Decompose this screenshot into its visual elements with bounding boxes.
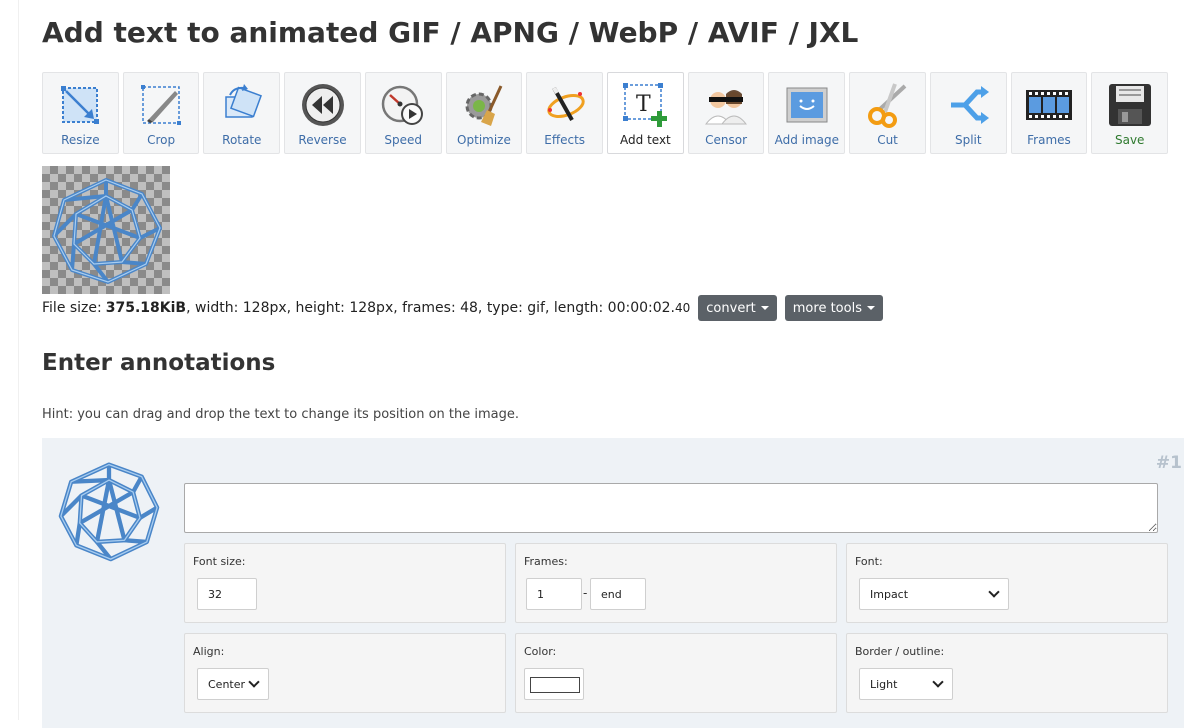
tool-reverse[interactable]: Reverse: [284, 72, 361, 154]
reverse-icon: [298, 80, 348, 130]
file-size-value: 375.18KiB: [105, 300, 187, 316]
add-text-icon: T: [620, 80, 670, 130]
chevron-down-icon: [988, 586, 1000, 598]
tool-add-image[interactable]: Add image: [768, 72, 846, 154]
color-swatch: [530, 677, 580, 693]
font-group: Font: Impact: [846, 543, 1168, 623]
border-group: Border / outline: Light: [846, 633, 1168, 713]
tool-label: Rotate: [222, 133, 262, 147]
file-size-label: File size:: [42, 300, 102, 316]
polyhedron-image: [52, 178, 162, 284]
more-tools-dropdown-button[interactable]: more tools: [784, 295, 883, 321]
caret-down-icon: [866, 306, 875, 310]
annotation-thumbnail: [54, 456, 164, 566]
chevron-down-icon: [932, 676, 944, 688]
align-select-value: Center: [208, 677, 246, 691]
tool-label: Optimize: [457, 133, 511, 147]
tool-resize[interactable]: Resize: [42, 72, 119, 154]
frames-label: Frames:: [524, 555, 568, 568]
chevron-down-icon: [248, 676, 260, 688]
cut-icon: [863, 80, 913, 130]
tool-label: Speed: [384, 133, 423, 147]
color-group: Color:: [515, 633, 837, 713]
save-icon: [1105, 80, 1155, 130]
tool-label: Save: [1114, 133, 1145, 147]
font-select-value: Impact: [870, 587, 909, 601]
align-group: Align: Center: [184, 633, 506, 713]
frames-separator: -: [583, 586, 588, 600]
tool-label: Effects: [544, 133, 586, 147]
tool-crop[interactable]: Crop: [122, 72, 200, 154]
frames-icon: [1024, 80, 1074, 130]
file-details: , width: 128px, height: 128px, frames: 4…: [186, 300, 675, 316]
tool-cut[interactable]: Cut: [849, 72, 926, 154]
page-container: Add text to animated GIF / APNG / WebP /…: [18, 0, 1184, 728]
effects-icon: [540, 80, 590, 130]
page-title: Add text to animated GIF / APNG / WebP /…: [42, 16, 859, 49]
tool-effects[interactable]: Effects: [526, 72, 604, 154]
resize-icon: [55, 80, 105, 130]
annotation-text-input[interactable]: [184, 483, 1158, 533]
add-image-icon: [782, 80, 832, 130]
tool-label: Split: [954, 133, 982, 147]
font-size-label: Font size:: [193, 555, 246, 568]
censor-icon: [701, 80, 751, 130]
tool-rotate[interactable]: Rotate: [203, 72, 281, 154]
font-label: Font:: [855, 555, 883, 568]
tool-censor[interactable]: Censor: [687, 72, 765, 154]
tool-label: Frames: [1027, 133, 1071, 147]
tools-toolbar: Resize Crop Rotate Reverse Speed Optimiz…: [42, 72, 1169, 154]
annotation-panel: #1 Font size: Frames: - Font: Impact Ali…: [42, 438, 1184, 728]
frames-to-input[interactable]: [590, 578, 646, 610]
annotation-number: #1: [1155, 453, 1182, 473]
frames-group: Frames: -: [515, 543, 837, 623]
font-size-input[interactable]: [197, 578, 257, 610]
more-tools-label: more tools: [792, 300, 862, 316]
tool-optimize[interactable]: Optimize: [445, 72, 523, 154]
tool-label: Add text: [620, 133, 671, 147]
split-icon: [943, 80, 993, 130]
convert-dropdown-button[interactable]: convert: [698, 295, 777, 321]
font-size-group: Font size:: [184, 543, 506, 623]
svg-text:T: T: [636, 92, 651, 117]
tool-speed[interactable]: Speed: [364, 72, 442, 154]
align-label: Align:: [193, 645, 225, 658]
tool-label: Cut: [877, 133, 898, 147]
tool-split[interactable]: Split: [929, 72, 1007, 154]
speed-icon: [378, 80, 428, 130]
tool-add-text[interactable]: T Add text: [607, 72, 684, 154]
convert-label: convert: [706, 300, 756, 316]
tool-save[interactable]: Save: [1091, 72, 1169, 154]
image-preview: [42, 166, 170, 294]
tool-frames[interactable]: Frames: [1010, 72, 1088, 154]
border-label: Border / outline:: [855, 645, 945, 658]
tool-label: Censor: [705, 133, 748, 147]
drag-hint: Hint: you can drag and drop the text to …: [42, 407, 519, 422]
optimize-icon: [459, 80, 509, 130]
frames-from-input[interactable]: [526, 578, 582, 610]
color-picker[interactable]: [524, 668, 584, 700]
tool-label: Crop: [147, 133, 176, 147]
crop-icon: [136, 80, 186, 130]
annotations-heading: Enter annotations: [42, 350, 276, 376]
align-select[interactable]: Center: [197, 668, 269, 700]
tool-label: Reverse: [298, 133, 347, 147]
tool-label: Resize: [61, 133, 100, 147]
tool-label: Add image: [774, 133, 840, 147]
color-label: Color:: [524, 645, 557, 658]
border-select-value: Light: [870, 677, 898, 691]
border-select[interactable]: Light: [859, 668, 953, 700]
file-length-fraction: 40: [675, 301, 691, 315]
caret-down-icon: [760, 306, 769, 310]
file-info: File size: 375.18KiB, width: 128px, heig…: [42, 295, 883, 321]
rotate-icon: [217, 80, 267, 130]
font-select[interactable]: Impact: [859, 578, 1009, 610]
